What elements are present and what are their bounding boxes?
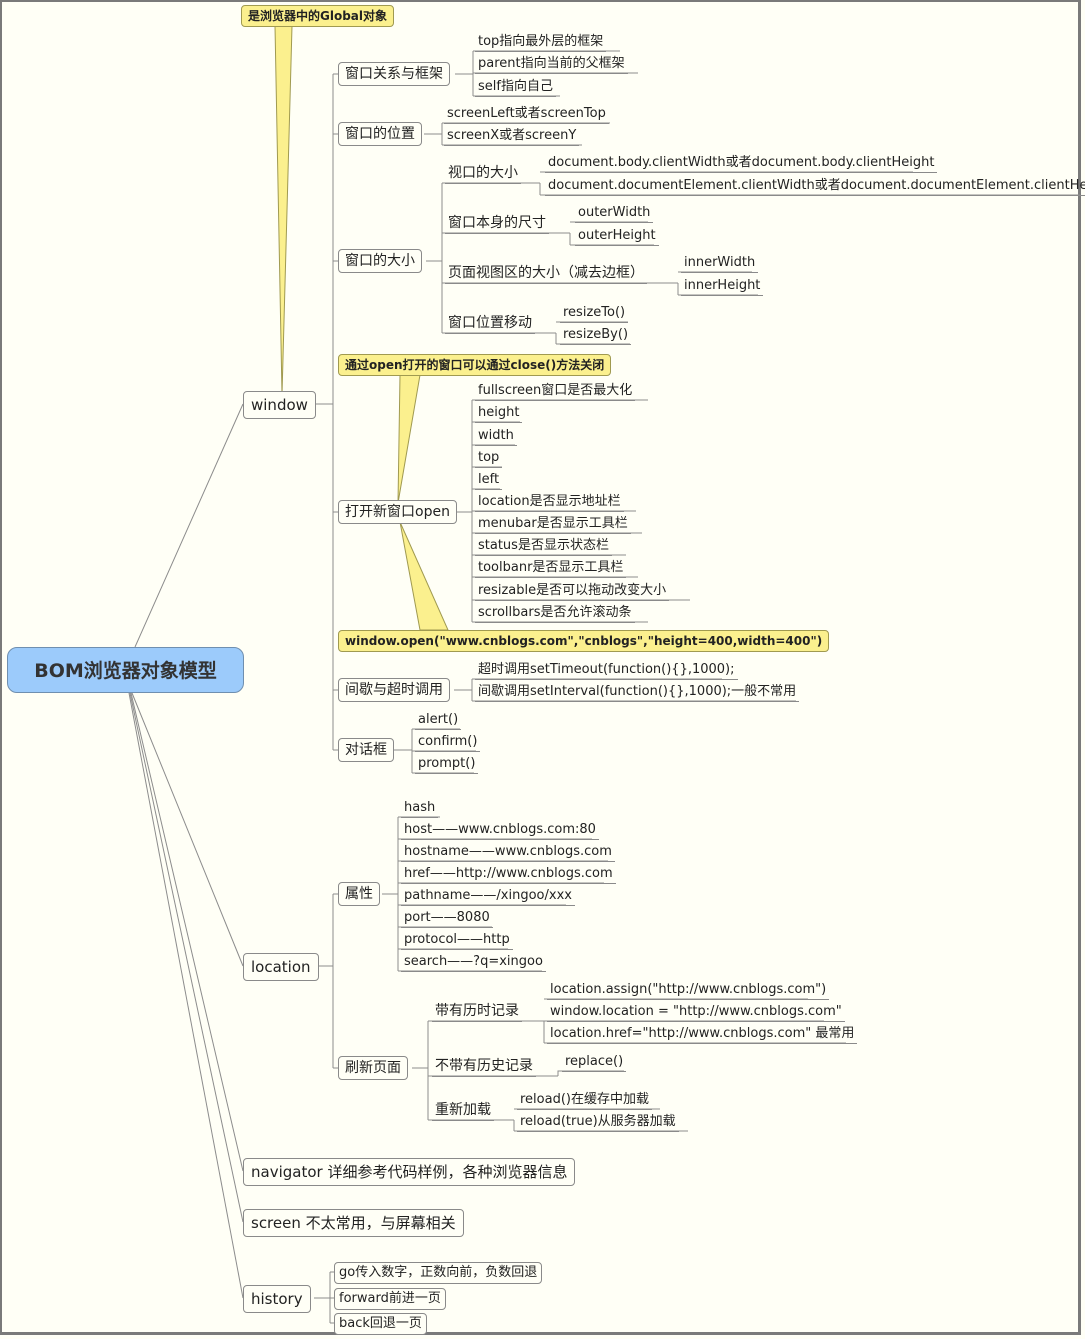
window-global-note: 是浏览器中的Global对象 — [241, 5, 395, 27]
navigator-node[interactable]: navigator 详细参考代码样例，各种浏览器信息 — [243, 1158, 576, 1186]
leaf-resizeto: resizeTo() — [560, 304, 629, 323]
leaf-fullscreen: fullscreen窗口是否最大化 — [475, 382, 636, 401]
leaf-docel-client: document.documentElement.clientWidth或者do… — [545, 177, 1085, 196]
group-with-history: 带有历时记录 — [432, 1001, 522, 1022]
branch-frames[interactable]: 窗口关系与框架 — [338, 62, 450, 86]
leaf-resizable: resizable是否可以拖动改变大小 — [475, 582, 670, 601]
group-inner-size: 页面视图区的大小（减去边框） — [445, 263, 647, 284]
leaf-menubar: menubar是否显示工具栏 — [475, 515, 631, 534]
window-node[interactable]: window — [243, 391, 316, 419]
leaf-left: left — [475, 471, 503, 490]
root-label: BOM浏览器对象模型 — [34, 660, 217, 682]
branch-dialogs[interactable]: 对话框 — [338, 738, 394, 762]
group-reload: 重新加载 — [432, 1100, 494, 1121]
branch-open[interactable]: 打开新窗口open — [338, 500, 457, 524]
leaf-toolbar: toolbanr是否显示工具栏 — [475, 559, 627, 578]
branch-size[interactable]: 窗口的大小 — [338, 249, 422, 273]
root-node[interactable]: BOM浏览器对象模型 — [7, 647, 244, 693]
leaf-outerheight: outerHeight — [575, 227, 659, 246]
leaf-window-location: window.location = "http://www.cnblogs.co… — [547, 1003, 845, 1022]
leaf-top-param: top — [475, 449, 503, 468]
close-note: 通过open打开的窗口可以通过close()方法关闭 — [338, 354, 612, 376]
group-outer-size: 窗口本身的尺寸 — [445, 213, 549, 234]
leaf-status: status是否显示状态栏 — [475, 537, 612, 556]
window-label: window — [251, 396, 308, 414]
leaf-location-param: location是否显示地址栏 — [475, 493, 624, 512]
history-go[interactable]: go传入数字，正数向前，负数回退 — [334, 1262, 543, 1284]
leaf-assign: location.assign("http://www.cnblogs.com"… — [547, 981, 830, 1000]
leaf-reload: reload()在缓存中加载 — [517, 1091, 652, 1110]
leaf-prompt: prompt() — [415, 755, 479, 774]
open-example-note: window.open("www.cnblogs.com","cnblogs",… — [338, 630, 830, 652]
branch-timers[interactable]: 间歇与超时调用 — [338, 678, 450, 702]
leaf-port: port——8080 — [401, 909, 493, 928]
leaf-resizeby: resizeBy() — [560, 326, 632, 345]
history-node[interactable]: history — [243, 1285, 311, 1313]
leaf-hostname: hostname——www.cnblogs.com — [401, 843, 615, 862]
group-window-move: 窗口位置移动 — [445, 313, 535, 334]
branch-properties[interactable]: 属性 — [338, 882, 380, 906]
branch-refresh[interactable]: 刷新页面 — [338, 1056, 408, 1080]
leaf-scrollbars: scrollbars是否允许滚动条 — [475, 604, 635, 623]
leaf-innerwidth: innerWidth — [681, 254, 759, 273]
history-back[interactable]: back回退一页 — [334, 1313, 427, 1335]
leaf-screenleft: screenLeft或者screenTop — [444, 105, 609, 124]
leaf-setinterval: 间歇调用setInterval(function(){},1000);一般不常用 — [475, 683, 800, 702]
leaf-protocol: protocol——http — [401, 931, 513, 950]
leaf-parent: parent指向当前的父框架 — [475, 55, 628, 74]
leaf-outerwidth: outerWidth — [575, 204, 654, 223]
screen-node[interactable]: screen 不太常用，与屏幕相关 — [243, 1209, 464, 1237]
leaf-top: top指向最外层的框架 — [475, 33, 607, 52]
leaf-screenx: screenX或者screenY — [444, 127, 580, 146]
leaf-confirm: confirm() — [415, 733, 481, 752]
leaf-pathname: pathname——/xingoo/xxx — [401, 887, 575, 906]
leaf-body-client: document.body.clientWidth或者document.body… — [545, 154, 938, 173]
group-without-history: 不带有历史记录 — [432, 1056, 536, 1077]
leaf-alert: alert() — [415, 711, 462, 730]
leaf-settimeout: 超时调用setTimeout(function(){},1000); — [475, 661, 738, 680]
leaf-host: host——www.cnblogs.com:80 — [401, 821, 599, 840]
group-viewport-size: 视口的大小 — [445, 163, 521, 184]
leaf-location-href: location.href="http://www.cnblogs.com" 最… — [547, 1025, 858, 1044]
leaf-hash: hash — [401, 799, 439, 818]
leaf-replace: replace() — [562, 1053, 627, 1072]
leaf-href: href——http://www.cnblogs.com — [401, 865, 616, 884]
branch-position[interactable]: 窗口的位置 — [338, 122, 422, 146]
leaf-width: width — [475, 427, 517, 446]
leaf-innerheight: innerHeight — [681, 277, 764, 296]
location-node[interactable]: location — [243, 953, 319, 981]
leaf-search: search——?q=xingoo — [401, 953, 546, 972]
leaf-reload-true: reload(true)从服务器加载 — [517, 1113, 679, 1132]
leaf-self: self指向自己 — [475, 78, 556, 97]
leaf-height: height — [475, 404, 523, 423]
history-forward[interactable]: forward前进一页 — [334, 1288, 446, 1310]
